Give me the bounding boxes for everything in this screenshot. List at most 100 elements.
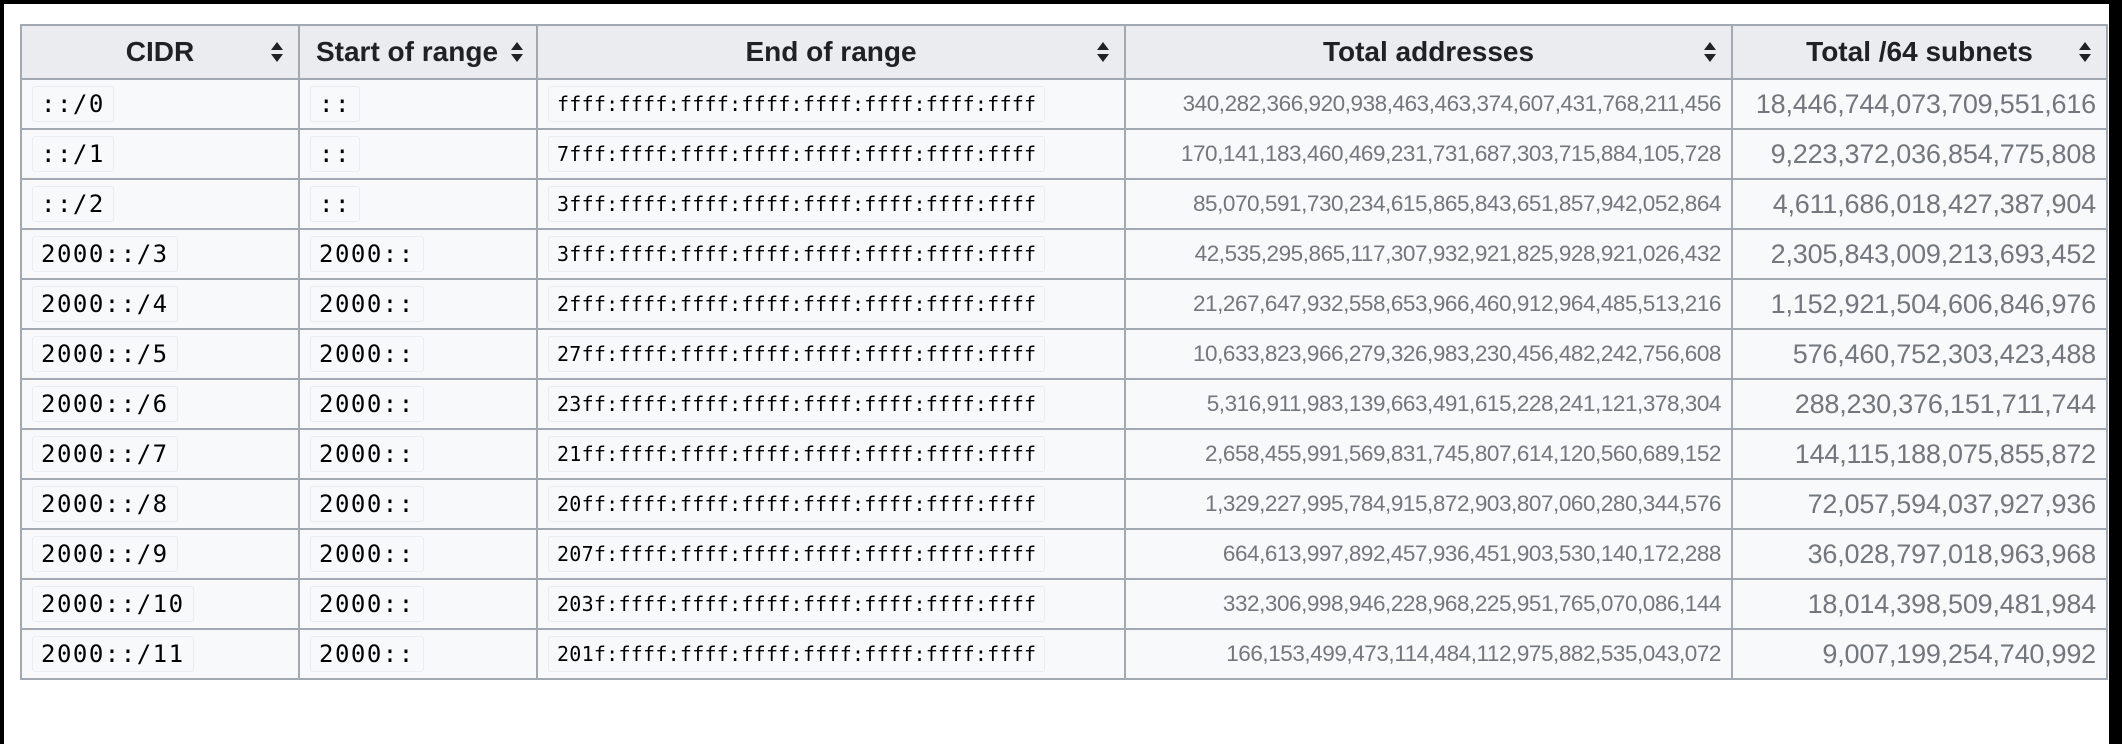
end-of-range-value: 203f:ffff:ffff:ffff:ffff:ffff:ffff:ffff: [548, 586, 1046, 622]
total-addresses-cell: 1,329,227,995,784,915,872,903,807,060,28…: [1124, 478, 1733, 530]
sort-both-icon[interactable]: [270, 41, 284, 63]
column-header-start-of-range[interactable]: Start of range: [298, 24, 538, 80]
start-of-range-value: 2000::: [310, 486, 424, 522]
total-addresses-value: 85,070,591,730,234,615,865,843,651,857,9…: [1192, 191, 1721, 216]
start-of-range-cell: 2000::: [298, 528, 538, 580]
header-row: CIDR Start of range End of range Total a…: [20, 24, 2108, 80]
column-header-total-addresses[interactable]: Total addresses: [1124, 24, 1733, 80]
end-of-range-value: 7fff:ffff:ffff:ffff:ffff:ffff:ffff:ffff: [548, 136, 1046, 172]
start-of-range-value: 2000::: [310, 636, 424, 672]
end-of-range-cell: 203f:ffff:ffff:ffff:ffff:ffff:ffff:ffff: [536, 578, 1126, 630]
cidr-value: 2000::/6: [32, 386, 178, 422]
total-64-subnets-value: 2,305,843,009,213,693,452: [1770, 238, 2097, 269]
total-addresses-cell: 166,153,499,473,114,484,112,975,882,535,…: [1124, 628, 1733, 680]
start-of-range-value: ::: [310, 186, 360, 222]
total-addresses-cell: 21,267,647,932,558,653,966,460,912,964,4…: [1124, 278, 1733, 330]
end-of-range-cell: 201f:ffff:ffff:ffff:ffff:ffff:ffff:ffff: [536, 628, 1126, 680]
total-64-subnets-value: 144,115,188,075,855,872: [1794, 438, 2096, 469]
total-addresses-value: 1,329,227,995,784,915,872,903,807,060,28…: [1205, 491, 1721, 516]
end-of-range-value: 3fff:ffff:ffff:ffff:ffff:ffff:ffff:ffff: [548, 236, 1046, 272]
start-of-range-value: 2000::: [310, 436, 424, 472]
sort-both-icon[interactable]: [2078, 41, 2092, 63]
cidr-cell: 2000::/6: [20, 378, 300, 430]
cidr-value: 2000::/5: [32, 336, 178, 372]
total-64-subnets-cell: 9,007,199,254,740,992: [1731, 628, 2108, 680]
end-of-range-value: 23ff:ffff:ffff:ffff:ffff:ffff:ffff:ffff: [548, 386, 1046, 422]
cidr-value: 2000::/10: [32, 586, 194, 622]
cidr-cell: ::/0: [20, 78, 300, 130]
column-header-total-64-subnets[interactable]: Total /64 subnets: [1731, 24, 2108, 80]
sort-both-icon[interactable]: [510, 41, 524, 63]
total-addresses-value: 332,306,998,946,228,968,225,951,765,070,…: [1222, 591, 1722, 616]
cidr-cell: 2000::/5: [20, 328, 300, 380]
column-header-label: CIDR: [125, 36, 195, 67]
start-of-range-cell: ::: [298, 128, 538, 180]
start-of-range-value: 2000::: [310, 236, 424, 272]
start-of-range-cell: ::: [298, 178, 538, 230]
total-64-subnets-cell: 1,152,921,504,606,846,976: [1731, 278, 2108, 330]
table-row: 2000::/5 2000:: 27ff:ffff:ffff:ffff:ffff:f…: [20, 328, 2108, 380]
table-body: ::/0:: ffff:ffff:ffff:ffff:ffff:ffff:ffff…: [20, 78, 2108, 680]
start-of-range-cell: 2000::: [298, 578, 538, 630]
end-of-range-cell: ffff:ffff:ffff:ffff:ffff:ffff:ffff:ffff: [536, 78, 1126, 130]
start-of-range-cell: 2000::: [298, 328, 538, 380]
start-of-range-value: 2000::: [310, 586, 424, 622]
total-addresses-cell: 332,306,998,946,228,968,225,951,765,070,…: [1124, 578, 1733, 630]
total-64-subnets-cell: 9,223,372,036,854,775,808: [1731, 128, 2108, 180]
total-64-subnets-value: 18,446,744,073,709,551,616: [1755, 88, 2096, 119]
column-header-end-of-range[interactable]: End of range: [536, 24, 1126, 80]
total-64-subnets-value: 1,152,921,504,606,846,976: [1770, 288, 2097, 319]
table-row: ::/2:: 3fff:ffff:ffff:ffff:ffff:ffff:ffff…: [20, 178, 2108, 230]
end-of-range-cell: 207f:ffff:ffff:ffff:ffff:ffff:ffff:ffff: [536, 528, 1126, 580]
start-of-range-cell: 2000::: [298, 478, 538, 530]
cidr-cell: 2000::/4: [20, 278, 300, 330]
sort-both-icon[interactable]: [1096, 41, 1110, 63]
table-row: ::/0:: ffff:ffff:ffff:ffff:ffff:ffff:ffff…: [20, 78, 2108, 130]
total-addresses-cell: 5,316,911,983,139,663,491,615,228,241,12…: [1124, 378, 1733, 430]
end-of-range-cell: 21ff:ffff:ffff:ffff:ffff:ffff:ffff:ffff: [536, 428, 1126, 480]
total-64-subnets-value: 9,223,372,036,854,775,808: [1770, 138, 2097, 169]
total-addresses-cell: 10,633,823,966,279,326,983,230,456,482,2…: [1124, 328, 1733, 380]
total-64-subnets-value: 288,230,376,151,711,744: [1794, 388, 2096, 419]
end-of-range-cell: 20ff:ffff:ffff:ffff:ffff:ffff:ffff:ffff: [536, 478, 1126, 530]
total-64-subnets-cell: 18,014,398,509,481,984: [1731, 578, 2108, 630]
start-of-range-cell: 2000::: [298, 628, 538, 680]
total-addresses-value: 664,613,997,892,457,936,451,903,530,140,…: [1222, 541, 1722, 566]
table-row: 2000::/6 2000:: 23ff:ffff:ffff:ffff:ffff:f…: [20, 378, 2108, 430]
total-64-subnets-value: 9,007,199,254,740,992: [1822, 638, 2096, 669]
total-64-subnets-cell: 36,028,797,018,963,968: [1731, 528, 2108, 580]
total-addresses-value: 166,153,499,473,114,484,112,975,882,535,…: [1226, 641, 1721, 666]
total-64-subnets-cell: 72,057,594,037,927,936: [1731, 478, 2108, 530]
sort-both-icon[interactable]: [1703, 41, 1717, 63]
cidr-cell: 2000::/11: [20, 628, 300, 680]
end-of-range-value: 207f:ffff:ffff:ffff:ffff:ffff:ffff:ffff: [548, 536, 1046, 572]
start-of-range-value: 2000::: [310, 336, 424, 372]
table-row: 2000::/3 2000:: 3fff:ffff:ffff:ffff:ffff:f…: [20, 228, 2108, 280]
table-row: 2000::/9 2000:: 207f:ffff:ffff:ffff:ffff:f…: [20, 528, 2108, 580]
end-of-range-cell: 27ff:ffff:ffff:ffff:ffff:ffff:ffff:ffff: [536, 328, 1126, 380]
column-header-label: Start of range: [315, 36, 499, 67]
start-of-range-cell: 2000::: [298, 378, 538, 430]
end-of-range-value: ffff:ffff:ffff:ffff:ffff:ffff:ffff:ffff: [548, 86, 1046, 122]
cidr-value: ::/0: [32, 86, 114, 122]
cidr-value: 2000::/9: [32, 536, 178, 572]
cidr-cell: 2000::/8: [20, 478, 300, 530]
table-row: 2000::/8 2000:: 20ff:ffff:ffff:ffff:ffff:f…: [20, 478, 2108, 530]
total-64-subnets-cell: 288,230,376,151,711,744: [1731, 378, 2108, 430]
start-of-range-value: 2000::: [310, 536, 424, 572]
total-addresses-cell: 170,141,183,460,469,231,731,687,303,715,…: [1124, 128, 1733, 180]
column-header-cidr[interactable]: CIDR: [20, 24, 300, 80]
total-addresses-cell: 340,282,366,920,938,463,463,374,607,431,…: [1124, 78, 1733, 130]
total-addresses-cell: 85,070,591,730,234,615,865,843,651,857,9…: [1124, 178, 1733, 230]
cidr-value: 2000::/3: [32, 236, 178, 272]
start-of-range-cell: 2000::: [298, 278, 538, 330]
end-of-range-cell: 3fff:ffff:ffff:ffff:ffff:ffff:ffff:ffff: [536, 178, 1126, 230]
total-addresses-value: 10,633,823,966,279,326,983,230,456,482,2…: [1192, 341, 1721, 366]
column-header-label: Total /64 subnets: [1806, 36, 2033, 67]
total-addresses-value: 2,658,455,991,569,831,745,807,614,120,56…: [1205, 441, 1721, 466]
total-addresses-cell: 664,613,997,892,457,936,451,903,530,140,…: [1124, 528, 1733, 580]
start-of-range-value: ::: [310, 136, 360, 172]
end-of-range-cell: 7fff:ffff:ffff:ffff:ffff:ffff:ffff:ffff: [536, 128, 1126, 180]
cidr-value: 2000::/8: [32, 486, 178, 522]
total-64-subnets-value: 4,611,686,018,427,387,904: [1772, 188, 2097, 219]
